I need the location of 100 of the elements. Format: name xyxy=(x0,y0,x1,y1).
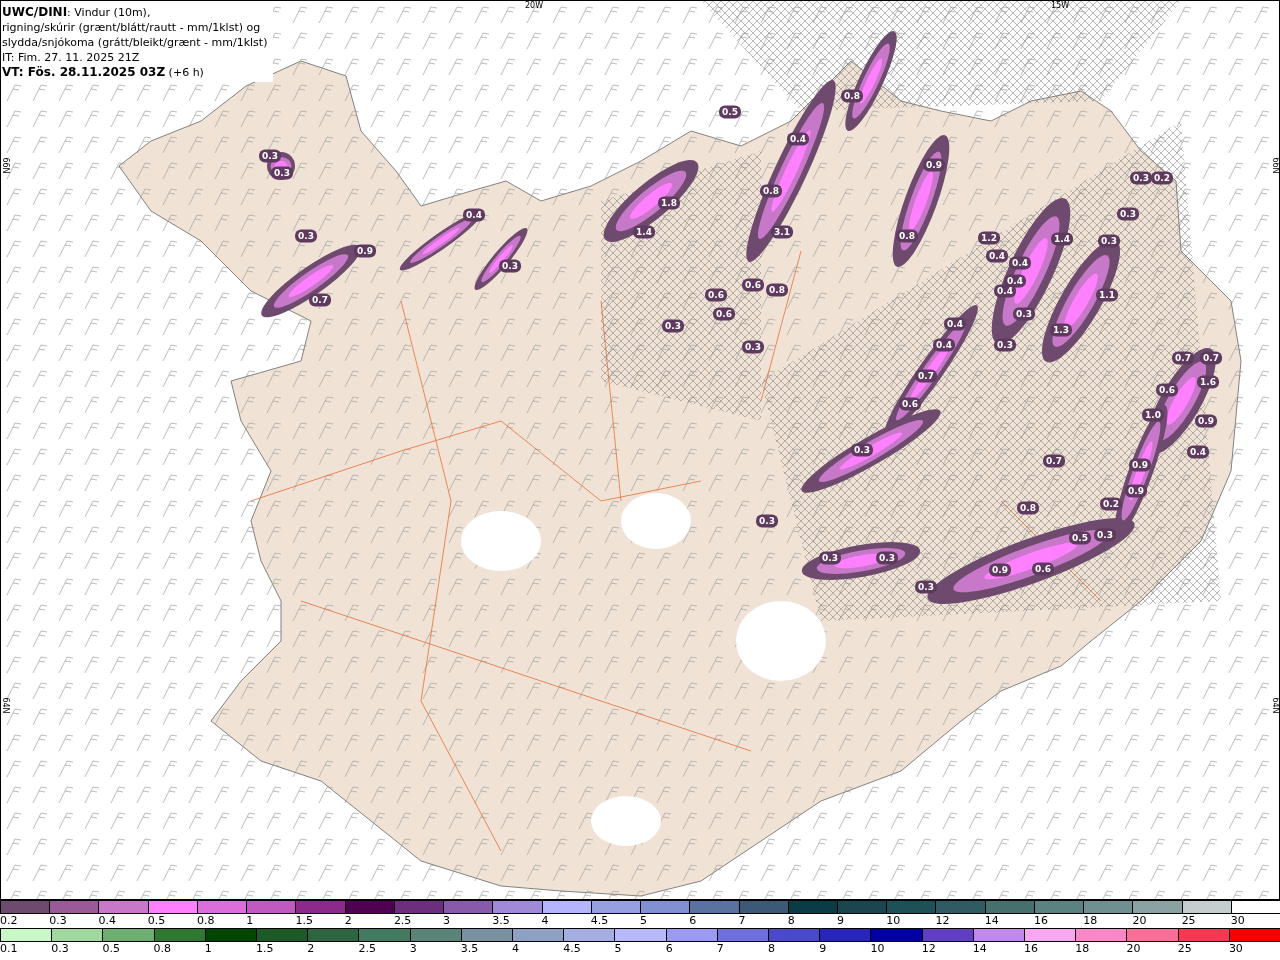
legend-label: 2.5 xyxy=(358,942,376,956)
precipitation-value: 0.3 xyxy=(295,229,317,243)
precipitation-value: 0.3 xyxy=(259,149,281,163)
legend-label: 6 xyxy=(665,942,673,956)
precipitation-value: 0.7 xyxy=(1043,454,1065,468)
precipitation-value: 0.8 xyxy=(766,283,788,297)
precipitation-value: 0.5 xyxy=(1069,531,1091,545)
legend-label: 20 xyxy=(1126,942,1141,956)
legend-label: 25 xyxy=(1181,914,1196,928)
legend-label: 25 xyxy=(1177,942,1192,956)
precipitation-value: 1.8 xyxy=(658,196,680,210)
legend-label: 8 xyxy=(787,914,795,928)
legend-label: 14 xyxy=(984,914,999,928)
precipitation-value: 0.2 xyxy=(1151,171,1173,185)
precipitation-value: 0.4 xyxy=(1009,256,1031,270)
precipitation-value: 1.3 xyxy=(1050,323,1072,337)
precipitation-value: 0.4 xyxy=(1187,445,1209,459)
precipitation-value: 0.9 xyxy=(989,563,1011,577)
legend-label: 7 xyxy=(738,914,746,928)
legend-label: 1.5 xyxy=(256,942,274,956)
legend-label: 0.3 xyxy=(49,914,67,928)
legend-label: 16 xyxy=(1033,914,1048,928)
title-text: VT: Fös. 28.11.2025 03Z (+6 h) xyxy=(2,65,205,80)
precipitation-value: 0.8 xyxy=(1017,501,1039,515)
legend-label: 12 xyxy=(921,942,936,956)
precipitation-value: 0.4 xyxy=(944,317,966,331)
legend-label: 0.1 xyxy=(0,942,18,956)
legend-label: 18 xyxy=(1075,942,1090,956)
legend-label: 5 xyxy=(614,942,622,956)
precipitation-value: 0.9 xyxy=(354,244,376,258)
precipitation-value: 0.4 xyxy=(994,284,1016,298)
precipitation-value: 0.6 xyxy=(1156,383,1178,397)
legend-label: 1 xyxy=(246,914,254,928)
legend-label: 2 xyxy=(344,914,352,928)
precipitation-value: 0.8 xyxy=(841,89,863,103)
legend-label: 12 xyxy=(935,914,950,928)
precipitation-value: 0.3 xyxy=(915,580,937,594)
precipitation-value: 0.9 xyxy=(923,158,945,172)
precipitation-value: 1.4 xyxy=(633,225,655,239)
precipitation-value: 0.4 xyxy=(463,208,485,222)
legend-label: 20 xyxy=(1132,914,1147,928)
title-text: slydda/snjókoma (grátt/bleikt/grænt - mm/1klst) xyxy=(2,35,268,50)
legend-label: 4 xyxy=(541,914,549,928)
precipitation-value: 0.3 xyxy=(662,319,684,333)
legend-label: 0.4 xyxy=(98,914,116,928)
legend-label: 3 xyxy=(443,914,451,928)
precipitation-value: 0.7 xyxy=(1200,351,1222,365)
precipitation-value: 0.3 xyxy=(1013,307,1035,321)
title-text: UWC/DINI: Vindur (10m), xyxy=(2,5,152,20)
legend-label: 0.5 xyxy=(102,942,120,956)
precipitation-value: 0.2 xyxy=(1100,497,1122,511)
legend-label: 1.5 xyxy=(295,914,313,928)
precipitation-value: 0.3 xyxy=(851,443,873,457)
precipitation-value: 1.6 xyxy=(1197,375,1219,389)
legend-label: 3 xyxy=(409,942,417,956)
legend-label: 4.5 xyxy=(590,914,609,928)
legend-label: 4 xyxy=(512,942,520,956)
legend-label: 0.8 xyxy=(153,942,172,956)
precipitation-value: 0.4 xyxy=(933,338,955,352)
precipitation-value: 0.3 xyxy=(756,514,778,528)
title-text: IT: Fim. 27. 11. 2025 21Z xyxy=(2,50,141,65)
legend-label: 7 xyxy=(716,942,724,956)
precipitation-value: 0.6 xyxy=(742,278,764,292)
precipitation-value: 0.6 xyxy=(713,307,735,321)
precipitation-value: 0.3 xyxy=(742,340,764,354)
precipitation-value: 0.8 xyxy=(760,184,782,198)
precipitation-value: 0.3 xyxy=(1117,207,1139,221)
precipitation-value: 0.3 xyxy=(499,259,521,273)
graticule-label: 64N xyxy=(1,697,10,714)
legend-label: 2 xyxy=(307,942,315,956)
legend-label: 9 xyxy=(837,914,844,928)
legend-label: 30 xyxy=(1228,942,1243,956)
legend-label: 9 xyxy=(819,942,827,956)
precipitation-value: 1.2 xyxy=(978,231,1000,245)
precipitation-value: 0.3 xyxy=(1094,528,1116,542)
legend-label: 3.5 xyxy=(492,914,510,928)
legend-label: 10 xyxy=(870,942,885,956)
precipitation-value: 0.3 xyxy=(271,166,293,180)
precipitation-value: 0.4 xyxy=(787,132,809,146)
legend-label: 30 xyxy=(1230,914,1245,928)
legend-label: 1 xyxy=(204,942,212,956)
precipitation-value: 3.1 xyxy=(771,225,793,239)
legend-label: 0.2 xyxy=(0,914,18,928)
legend-label: 5 xyxy=(640,914,648,928)
legend-label: 3.5 xyxy=(460,942,479,956)
legend-label: 0.5 xyxy=(147,914,166,928)
precipitation-value: 0.3 xyxy=(876,551,898,565)
legend-label: 0.3 xyxy=(51,942,69,956)
precipitation-value: 0.7 xyxy=(915,369,937,383)
legend-label: 10 xyxy=(886,914,901,928)
graticule-label: 15W xyxy=(1051,1,1070,10)
legend-label: 0.8 xyxy=(196,914,215,928)
graticule-label: 20W xyxy=(525,1,544,10)
precipitation-value: 0.6 xyxy=(705,288,727,302)
legend-label: 2.5 xyxy=(393,914,412,928)
precipitation-value: 0.9 xyxy=(1125,484,1147,498)
legend-label: 14 xyxy=(972,942,987,956)
precipitation-value: 0.5 xyxy=(719,105,741,119)
precipitation-value: 0.9 xyxy=(1129,458,1151,472)
precipitation-value: 0.7 xyxy=(309,293,331,307)
